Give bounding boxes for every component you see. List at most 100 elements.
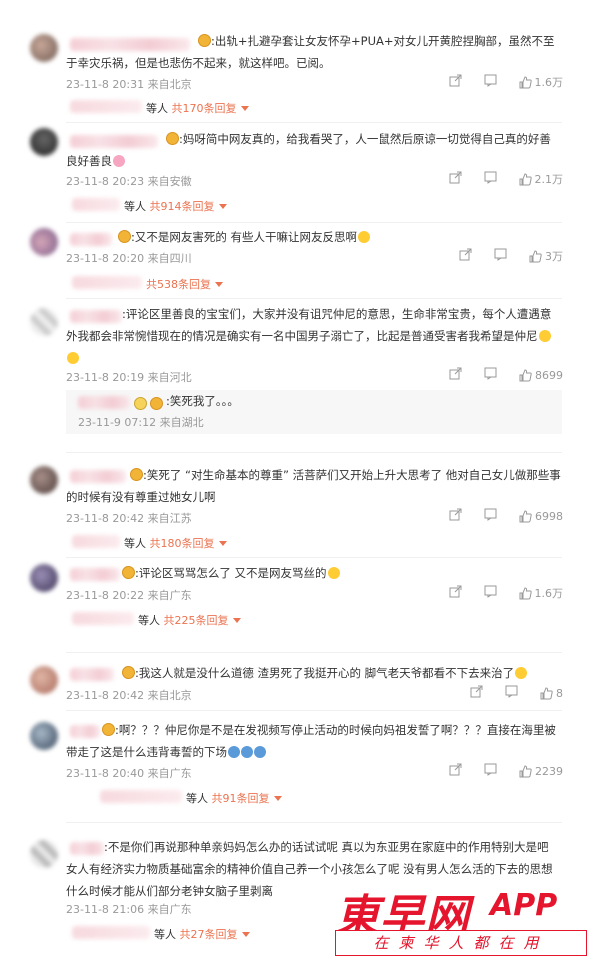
emoji-icon <box>515 667 528 679</box>
reply-user-blurred <box>72 198 120 211</box>
share-icon[interactable] <box>449 508 462 524</box>
comment-text: :出轨+扎避孕套让女友怀孕+PUA+对女儿开黄腔捏胸部，虽然不至于幸灾乐祸，但是… <box>66 34 555 70</box>
thumbs-up-icon <box>540 686 553 699</box>
vip-badge-icon <box>118 230 131 243</box>
reply-count[interactable]: 共225条回复 <box>164 614 229 627</box>
comment-time: 23-11-8 20:19 来自河北 <box>66 371 192 384</box>
reply-user-blurred <box>70 100 142 113</box>
reply-summary[interactable]: 等人 共225条回复 <box>138 612 241 628</box>
sub-reply-text: :笑死我了。。。 <box>166 394 239 408</box>
comment-icon[interactable] <box>484 763 497 779</box>
like-button[interactable]: 2.1万 <box>519 171 563 187</box>
share-icon[interactable] <box>449 367 462 383</box>
avatar[interactable] <box>30 34 58 62</box>
reply-summary[interactable]: 等人 共27条回复 <box>154 926 250 942</box>
reply-summary[interactable]: 等人 共914条回复 <box>124 198 227 214</box>
like-count: 8 <box>556 686 563 700</box>
emoji-icon <box>67 352 79 364</box>
vip-badge-icon <box>102 723 115 736</box>
reply-count[interactable]: 共27条回复 <box>180 928 238 941</box>
reply-count[interactable]: 共914条回复 <box>150 200 215 213</box>
divider <box>66 122 562 123</box>
avatar[interactable] <box>30 840 58 868</box>
comment-icon[interactable] <box>494 248 507 264</box>
comment-actions: 2.1万 <box>449 171 563 187</box>
like-button[interactable]: 6998 <box>519 510 563 523</box>
emoji-icon <box>358 231 371 243</box>
reply-count[interactable]: 共91条回复 <box>212 792 270 805</box>
reply-count[interactable]: 共538条回复 <box>146 278 211 291</box>
comment-time: 23-11-8 20:40 来自广东 <box>66 767 192 780</box>
like-button[interactable]: 8699 <box>519 369 563 382</box>
share-icon[interactable] <box>470 685 483 701</box>
like-button[interactable]: 2239 <box>519 765 563 778</box>
divider <box>66 298 562 299</box>
comment-text: :笑死了 “对生命基本的尊重” 活菩萨们又开始上升大思考了 他对自己女儿做那些事… <box>66 468 561 504</box>
like-count: 8699 <box>535 368 563 382</box>
vip-badge-icon <box>130 468 143 481</box>
vip-badge-icon <box>122 566 135 579</box>
vip-badge-icon <box>198 34 211 47</box>
vip-badge-icon <box>150 397 163 410</box>
avatar[interactable] <box>30 466 58 494</box>
comment-icon[interactable] <box>484 171 497 187</box>
comment-time: 23-11-8 20:42 来自江苏 <box>66 512 192 525</box>
emoji-icon <box>113 155 125 167</box>
reply-count[interactable]: 共180条回复 <box>150 537 215 550</box>
comment-icon[interactable] <box>484 508 497 524</box>
divider <box>66 710 562 711</box>
emoji-icon <box>538 330 551 342</box>
watermark-slogan: 在柬华人都在用 <box>335 930 587 956</box>
comment-text: :评论区里善良的宝宝们，大家并没有诅咒仲尼的意思，生命非常宝贵，每个人遭遇意外我… <box>66 303 562 369</box>
watermark-app: APP <box>490 888 558 923</box>
reply-summary[interactable]: 共538条回复 <box>146 276 223 292</box>
chevron-down-icon <box>218 204 227 209</box>
comment-icon[interactable] <box>484 585 497 601</box>
share-icon[interactable] <box>449 171 462 187</box>
reply-summary[interactable]: 等人 共91条回复 <box>186 790 282 806</box>
comment-text: :啊？？？仲尼你是不是在发视频写停止活动的时候向妈祖发誓了啊？？？直接在海里被带… <box>66 723 556 759</box>
avatar[interactable] <box>30 564 58 592</box>
share-icon[interactable] <box>449 74 462 90</box>
comment-icon[interactable] <box>505 685 518 701</box>
comment-icon[interactable] <box>484 367 497 383</box>
emoji-icon <box>254 746 266 758</box>
avatar[interactable] <box>30 308 58 336</box>
sub-reply-time: 23-11-9 07:12 来自湖北 <box>78 416 204 429</box>
avatar[interactable] <box>30 666 58 694</box>
comment-time: 23-11-8 20:20 来自四川 <box>66 252 192 265</box>
thumbs-up-icon <box>519 509 532 522</box>
like-count: 1.6万 <box>534 76 564 89</box>
like-button[interactable]: 1.6万 <box>519 74 564 90</box>
comment-icon[interactable] <box>484 74 497 90</box>
share-icon[interactable] <box>449 585 462 601</box>
avatar[interactable] <box>30 228 58 256</box>
divider <box>66 452 562 453</box>
chevron-down-icon <box>232 618 241 623</box>
username-blurred[interactable] <box>78 396 130 409</box>
avatar[interactable] <box>30 128 58 156</box>
reply-summary[interactable]: 等人 共180条回复 <box>124 535 227 551</box>
chevron-down-icon <box>241 932 250 937</box>
comment-actions: 1.6万 <box>449 74 564 90</box>
divider <box>66 822 562 823</box>
comment-actions: 8 <box>470 685 563 701</box>
reply-user-blurred <box>72 926 150 939</box>
comment-actions: 8699 <box>449 367 563 383</box>
comment-text: :又不是网友害死的 有些人干嘛让网友反思啊 <box>66 226 562 248</box>
share-icon[interactable] <box>449 763 462 779</box>
reply-count[interactable]: 共170条回复 <box>172 102 237 115</box>
divider <box>66 652 562 653</box>
divider <box>66 222 562 223</box>
thumbs-up-icon <box>519 172 532 185</box>
like-button[interactable]: 8 <box>540 687 563 700</box>
chevron-down-icon <box>273 796 282 801</box>
comment-time: 23-11-8 20:42 来自北京 <box>66 689 192 702</box>
thumbs-up-icon <box>519 764 532 777</box>
avatar[interactable] <box>30 722 58 750</box>
share-icon[interactable] <box>459 248 472 264</box>
like-button[interactable]: 1.6万 <box>519 585 563 601</box>
like-button[interactable]: 3万 <box>529 248 563 264</box>
comment-actions: 3万 <box>459 248 563 264</box>
reply-summary[interactable]: 等人 共170条回复 <box>146 100 249 116</box>
